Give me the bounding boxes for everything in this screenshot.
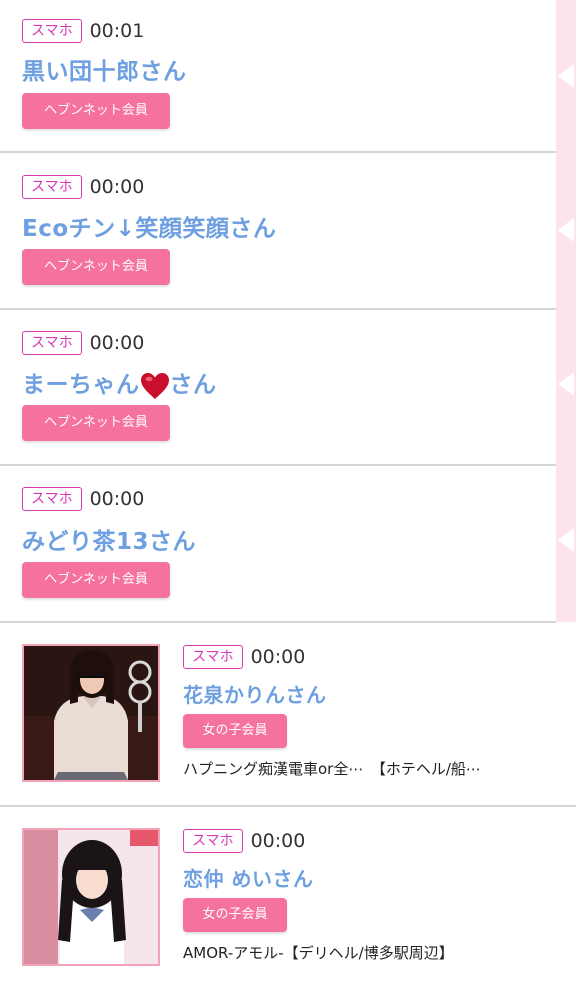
device-badge: スマホ [22,487,82,511]
list-item[interactable]: スマホ 00:00 まーちゃん さん ヘブンネット会員 [0,310,556,466]
shop-name[interactable]: AMOR-アモル-【デリヘル/博多駅周辺】 [183,942,454,963]
strip-notch [558,372,574,396]
device-badge: スマホ [22,175,82,199]
access-time: 00:00 [250,830,306,852]
list-item[interactable]: スマホ 00:00 花泉かりんさん 女の子会員 ハプニング痴漢電車or全⋯ 【ホ… [0,623,576,807]
device-badge: スマホ [22,331,82,355]
strip-notch [558,528,574,552]
profile-photo-image [24,646,158,780]
member-name[interactable]: 恋仲 めいさん [183,863,313,892]
member-name[interactable]: 黒い団十郎さん [22,52,187,86]
member-type-badge[interactable]: ヘブンネット会員 [22,93,170,129]
member-type-badge[interactable]: ヘブンネット会員 [22,405,170,441]
member-name-text: まーちゃん [22,372,140,398]
member-name[interactable]: みどり茶13さん [22,522,196,556]
heart-icon [140,372,169,399]
side-strip [556,0,576,622]
member-name-suffix: さん [169,372,217,398]
member-type-badge[interactable]: ヘブンネット会員 [22,249,170,285]
member-name[interactable]: 花泉かりんさん [183,679,327,708]
access-time: 00:00 [89,488,145,510]
device-badge: スマホ [22,19,82,43]
shop-name[interactable]: ハプニング痴漢電車or全⋯ 【ホテヘル/船⋯ [183,758,481,779]
list-item[interactable]: スマホ 00:00 恋仲 めいさん 女の子会員 AMOR-アモル-【デリヘル/博… [0,807,576,991]
list-item[interactable]: スマホ 00:00 Ecoチン↓笑顔笑顔さん ヘブンネット会員 [0,153,556,310]
device-badge: スマホ [183,645,243,669]
profile-photo[interactable] [22,644,160,782]
list-item[interactable]: スマホ 00:00 みどり茶13さん ヘブンネット会員 [0,466,556,623]
strip-notch [558,218,574,242]
member-type-badge[interactable]: 女の子会員 [183,898,287,932]
member-type-badge[interactable]: 女の子会員 [183,714,287,748]
strip-notch [558,64,574,88]
profile-photo-image [24,830,158,964]
list-item[interactable]: スマホ 00:01 黒い団十郎さん ヘブンネット会員 [0,0,556,153]
access-time: 00:00 [250,646,306,668]
member-type-badge[interactable]: ヘブンネット会員 [22,562,170,598]
member-name[interactable]: まーちゃん さん [22,365,217,400]
profile-photo[interactable] [22,828,160,966]
device-badge: スマホ [183,829,243,853]
access-time: 00:00 [89,176,145,198]
access-time: 00:01 [89,20,145,42]
member-name[interactable]: Ecoチン↓笑顔笑顔さん [22,209,276,243]
access-time: 00:00 [89,332,145,354]
